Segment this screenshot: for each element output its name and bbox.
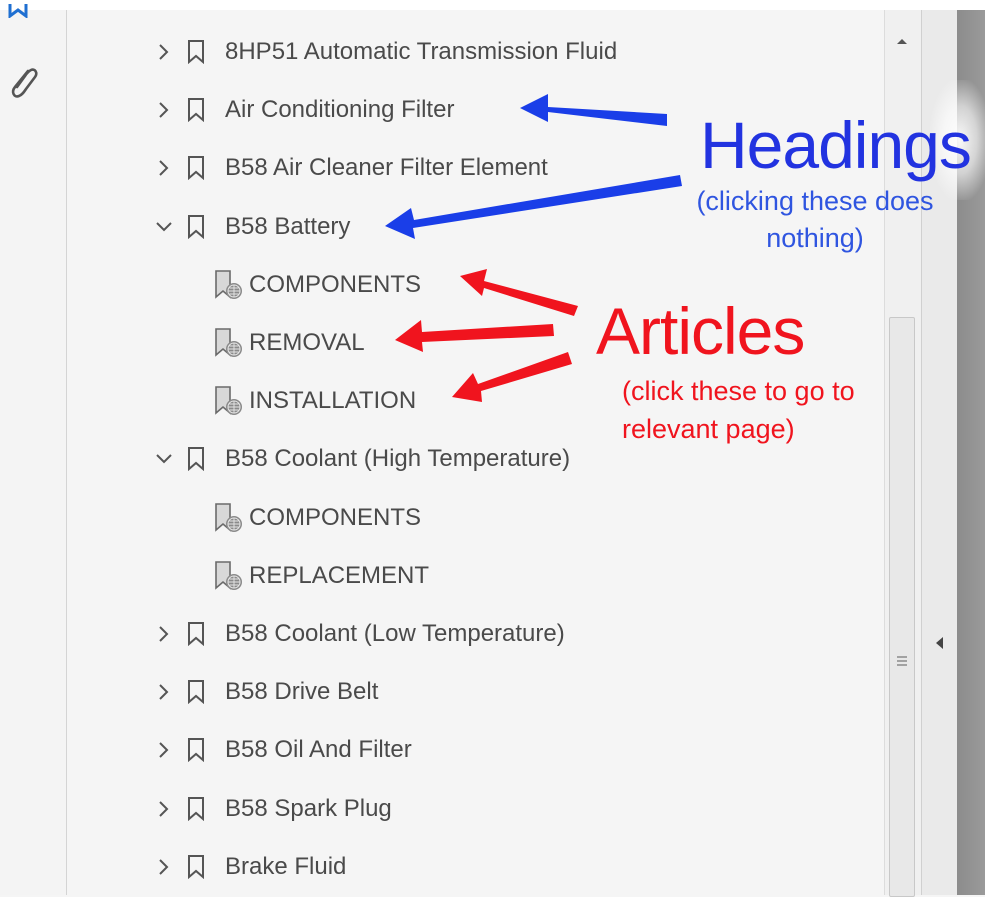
headings-annotation-note: (clicking these does nothing) (696, 186, 934, 253)
bookmark-icon (181, 852, 211, 882)
scroll-up-icon[interactable] (896, 32, 908, 50)
bookmark-icon[interactable] (6, 4, 36, 23)
bookmark-heading[interactable]: 8HP51 Automatic Transmission Fluid (149, 32, 617, 72)
scroll-grip-icon (896, 653, 908, 671)
left-tool-rail (0, 4, 67, 895)
scrollbar-thumb[interactable] (889, 317, 915, 897)
bookmark-heading-label: B58 Drive Belt (225, 678, 379, 706)
bookmark-heading[interactable]: B58 Oil And Filter (149, 730, 412, 770)
bookmark-article-label: COMPONENTS (249, 503, 422, 531)
bookmark-heading[interactable]: B58 Drive Belt (149, 672, 378, 712)
bookmark-heading[interactable]: Air Conditioning Filter (149, 90, 454, 130)
chevron-right-icon[interactable] (149, 794, 179, 824)
chevron-right-icon[interactable] (149, 37, 179, 67)
bookmark-icon (181, 95, 211, 125)
bookmark-icon (181, 677, 211, 707)
chevron-right-icon[interactable] (149, 735, 179, 765)
bookmark-article[interactable]: REMOVAL (212, 323, 365, 363)
web-link-bookmark-icon (212, 560, 244, 592)
bookmark-heading-label: B58 Coolant (Low Temperature) (225, 620, 565, 647)
bookmark-heading-label: 8HP51 Automatic Transmission Fluid (225, 38, 618, 65)
bookmark-heading-label: Brake Fluid (225, 852, 347, 880)
bookmark-article-label: REPLACEMENT (249, 561, 430, 589)
bookmark-heading-label: B58 Spark Plug (225, 794, 392, 822)
bookmark-heading[interactable]: B58 Battery (149, 207, 350, 247)
bookmark-icon (181, 212, 211, 242)
bookmark-heading[interactable]: B58 Air Cleaner Filter Element (149, 148, 548, 188)
bookmark-icon (181, 619, 211, 649)
bookmark-icon (181, 735, 211, 765)
bookmark-icon (181, 37, 211, 67)
web-link-bookmark-icon (212, 385, 244, 417)
chevron-right-icon[interactable] (149, 619, 179, 649)
bookmark-article-label: COMPONENTS (249, 270, 422, 298)
web-link-bookmark-icon (212, 269, 244, 301)
bookmark-heading[interactable]: Brake Fluid (149, 847, 346, 887)
top-edge (0, 0, 985, 10)
bookmark-icon (181, 153, 211, 183)
bookmark-article[interactable]: REPLACEMENT (212, 556, 429, 596)
articles-annotation-title: Articles (596, 294, 805, 368)
web-link-bookmark-icon (212, 502, 244, 534)
bookmark-article-label: REMOVAL (249, 329, 365, 356)
bookmark-heading[interactable]: B58 Coolant (High Temperature) (149, 439, 570, 479)
chevron-right-icon[interactable] (149, 153, 179, 183)
chevron-right-icon[interactable] (149, 677, 179, 707)
bookmark-icon (181, 794, 211, 824)
bookmark-article[interactable]: INSTALLATION (212, 381, 416, 421)
bookmark-icon (181, 444, 211, 474)
chevron-right-icon[interactable] (149, 95, 179, 125)
bookmark-article[interactable]: COMPONENTS (212, 265, 421, 305)
web-link-bookmark-icon (212, 327, 244, 359)
bookmark-heading-label: B58 Battery (225, 212, 351, 240)
bookmark-article-label: INSTALLATION (249, 387, 417, 415)
bookmark-article[interactable]: COMPONENTS (212, 498, 421, 538)
bookmark-heading[interactable]: B58 Spark Plug (149, 789, 392, 829)
paperclip-icon[interactable] (6, 65, 40, 108)
bookmark-heading[interactable]: B58 Coolant (Low Temperature) (149, 614, 565, 654)
chevron-down-icon[interactable] (149, 212, 179, 242)
headings-annotation-title: Headings (700, 108, 972, 182)
chevron-down-icon[interactable] (149, 444, 179, 474)
bookmark-heading-label: B58 Oil And Filter (225, 736, 412, 764)
bookmark-heading-label: B58 Air Cleaner Filter Element (225, 154, 548, 182)
articles-annotation-note: (click these to go to relevant page) (622, 376, 855, 444)
bookmark-heading-label: Air Conditioning Filter (225, 96, 455, 124)
bookmark-heading-label: B58 Coolant (High Temperature) (225, 445, 571, 473)
collapse-panel-icon[interactable] (934, 636, 944, 655)
chevron-right-icon[interactable] (149, 852, 179, 882)
